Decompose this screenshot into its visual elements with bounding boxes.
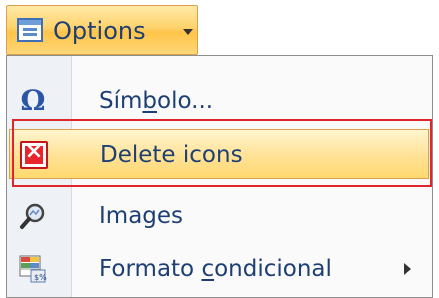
conditional-format-icon: $% <box>19 255 47 283</box>
omega-icon: Ω <box>20 84 46 117</box>
submenu-arrow-icon <box>404 263 411 275</box>
magnifier-icon <box>19 202 47 230</box>
menu-item-label: Images <box>99 203 184 229</box>
dropdown-arrow-icon <box>183 29 193 35</box>
options-menu-icon <box>17 18 43 42</box>
menu-item-formato-condicional[interactable]: $% Formato condicional <box>9 244 429 294</box>
menu-item-images[interactable]: Images <box>9 191 429 241</box>
options-menu-button[interactable]: Options <box>6 5 198 55</box>
highlight-annotation-box <box>12 119 432 187</box>
options-menu-label: Options <box>53 17 146 45</box>
svg-text:$%: $% <box>34 273 47 282</box>
menu-item-label: Formato condicional <box>99 256 332 282</box>
